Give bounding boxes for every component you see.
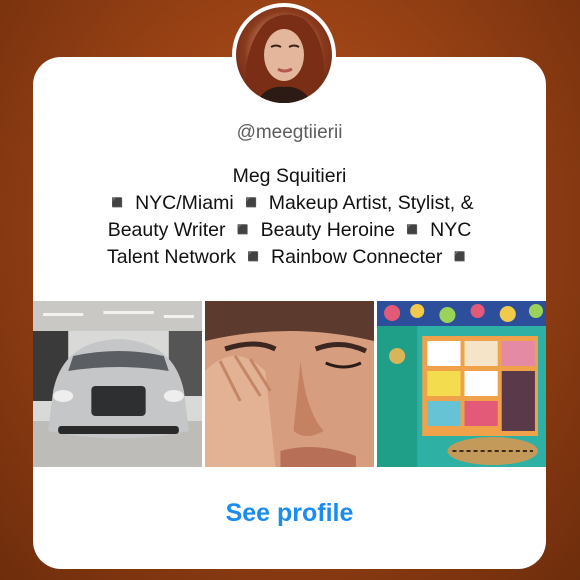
bio-line: Talent Network ◾ Rainbow Connecter ◾ (106, 246, 473, 268)
post-grid (33, 301, 546, 467)
closet-photo-icon (377, 301, 546, 467)
post-thumbnail-closet[interactable] (377, 301, 546, 467)
avatar-photo (236, 7, 332, 103)
bio-name: Meg Squitieri (232, 165, 347, 187)
post-thumbnail-face[interactable] (205, 301, 374, 467)
profile-card: @meegtiierii Meg Squitieri ◾ NYC/Miami ◾… (33, 57, 546, 569)
bio-line: ◾ NYC/Miami ◾ Makeup Artist, Stylist, & (105, 192, 474, 214)
car-photo-icon (33, 301, 202, 467)
face-photo-icon (205, 301, 374, 467)
avatar-photo-icon (245, 14, 325, 103)
avatar[interactable] (232, 3, 336, 107)
bio-line: Beauty Writer ◾ Beauty Heroine ◾ NYC (107, 219, 472, 241)
profile-bio: Meg Squitieri ◾ NYC/Miami ◾ Makeup Artis… (48, 163, 531, 271)
profile-handle: @meegtiierii (236, 122, 343, 143)
see-profile-button[interactable]: See profile (33, 499, 546, 528)
post-thumbnail-car[interactable] (33, 301, 202, 467)
